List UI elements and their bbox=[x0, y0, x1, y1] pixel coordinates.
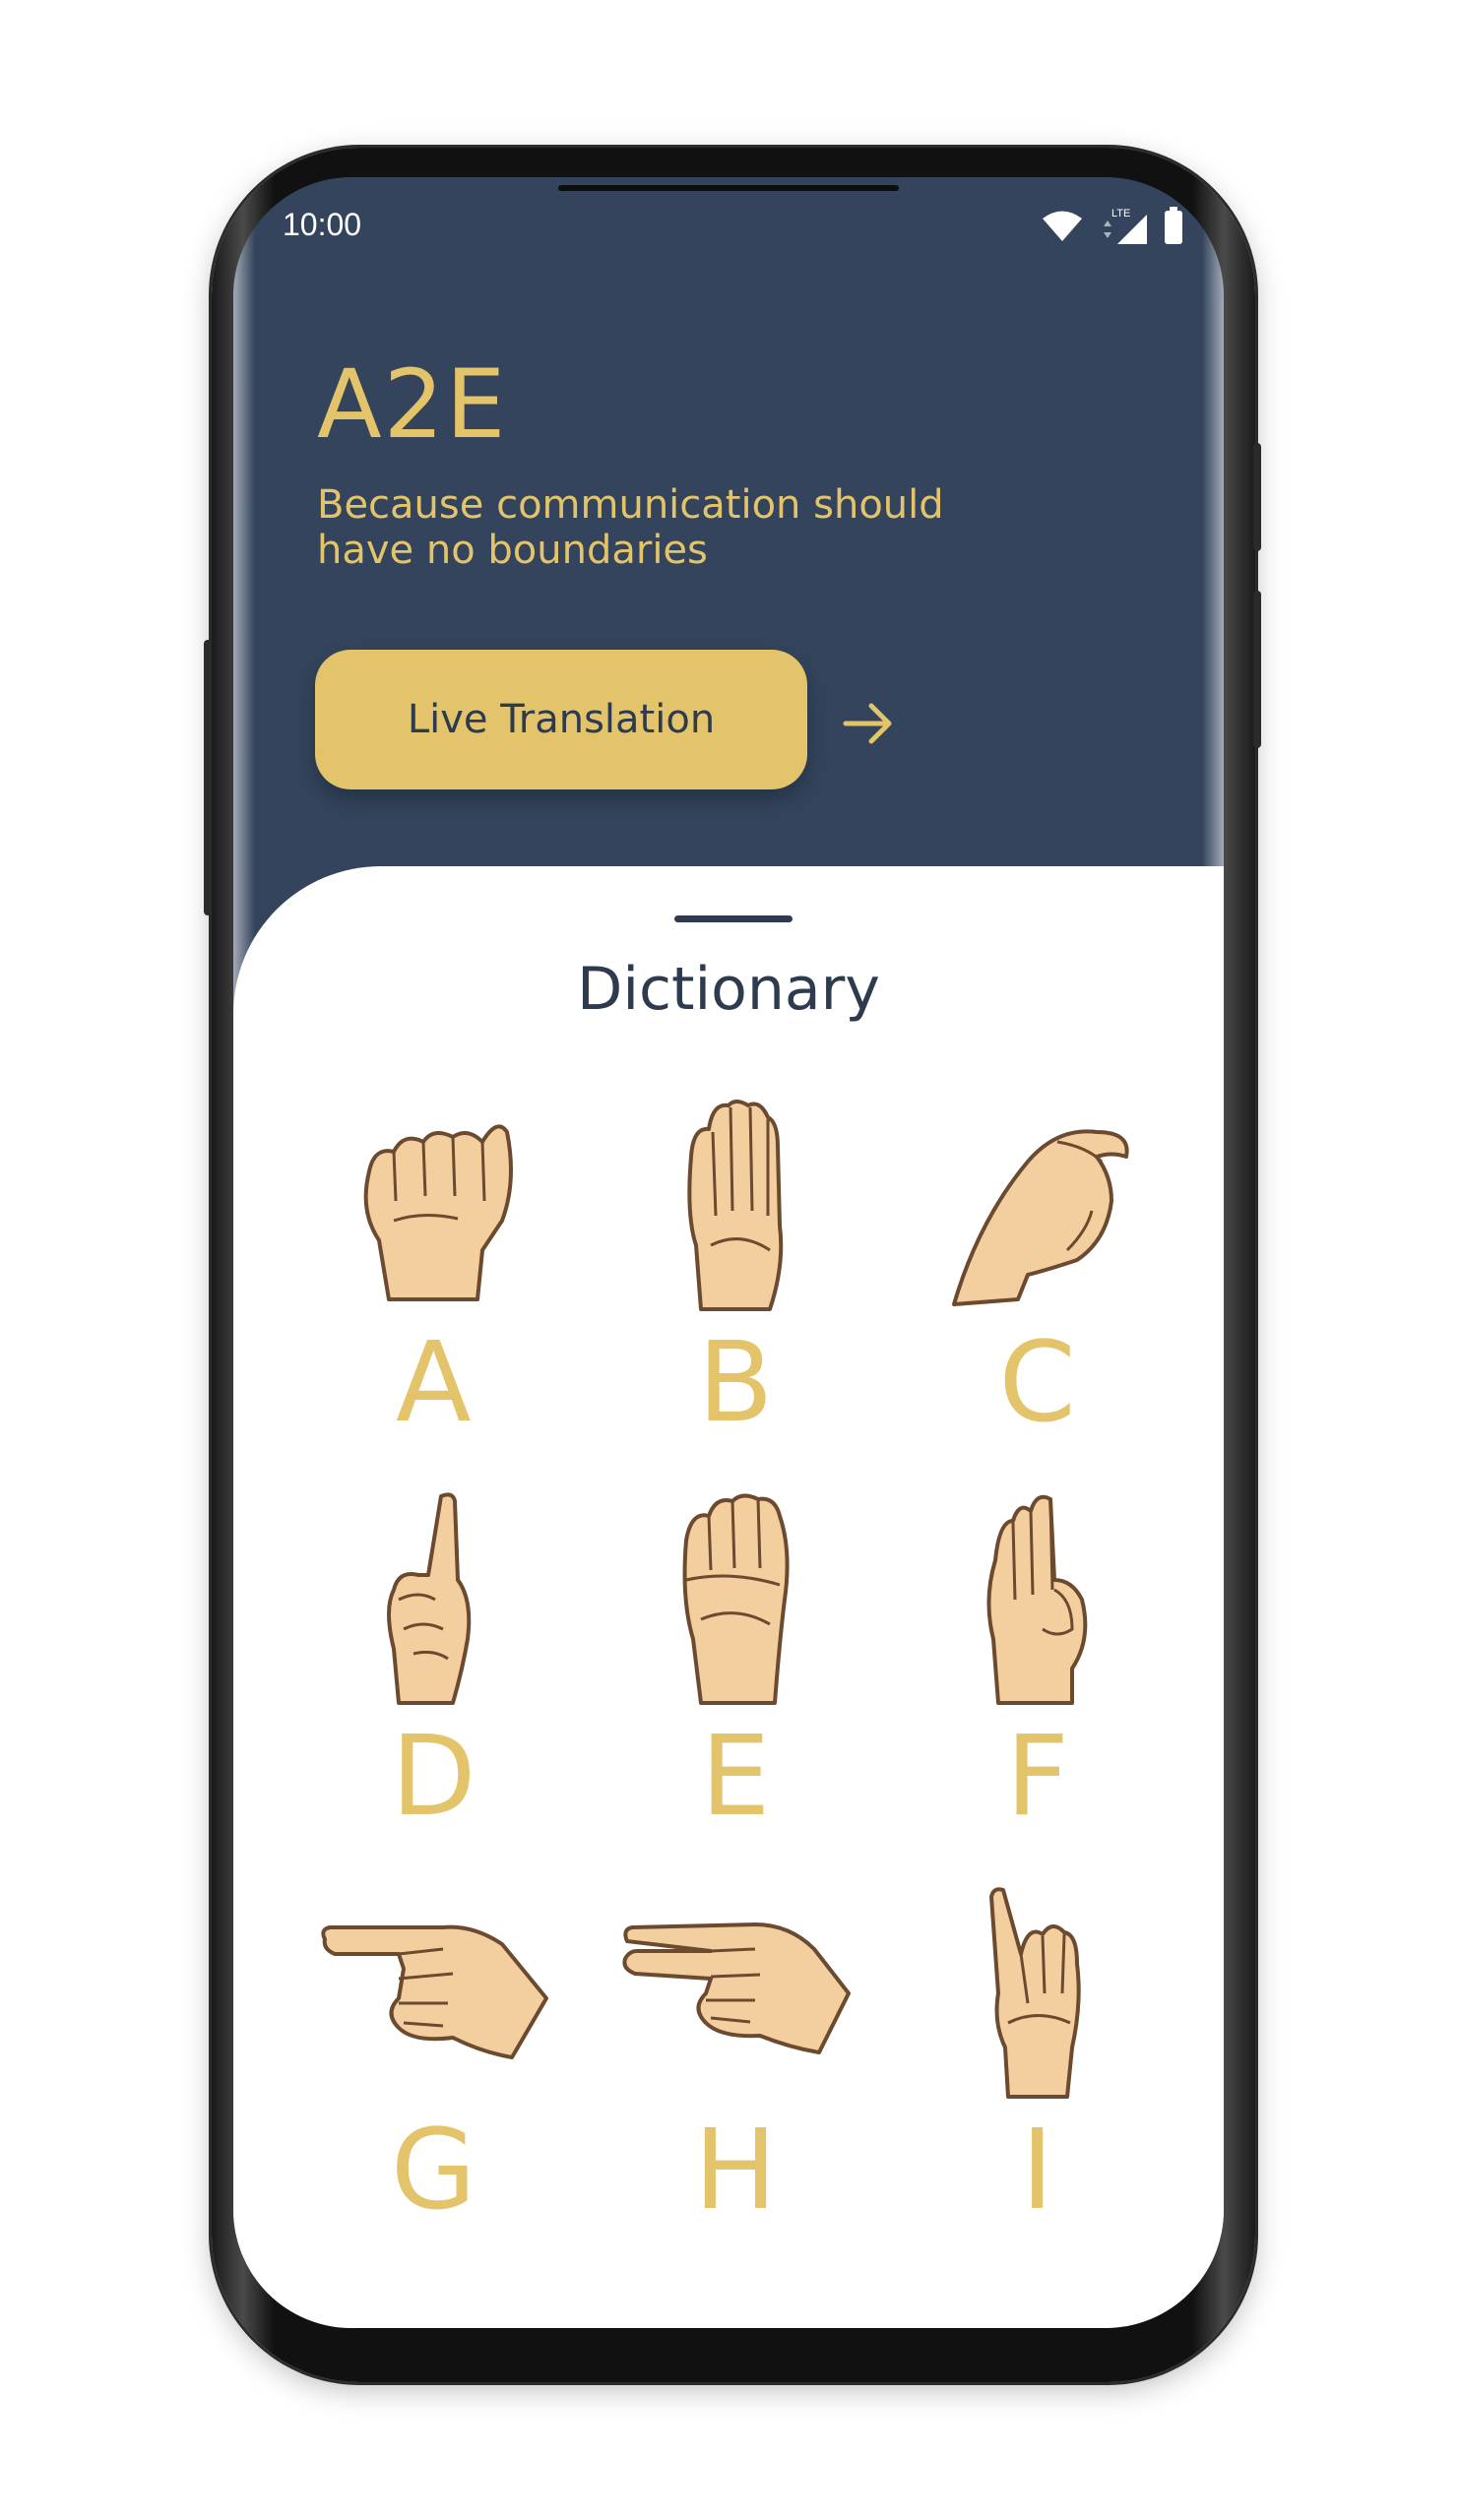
letter-label: D bbox=[391, 1713, 476, 1841]
hand-sign-b-icon bbox=[687, 1100, 784, 1311]
letter-label: F bbox=[1005, 1713, 1069, 1841]
dictionary-item-i[interactable]: I bbox=[886, 1880, 1188, 2235]
hand-sign-e-icon bbox=[682, 1493, 790, 1705]
dictionary-item-e[interactable]: E bbox=[585, 1486, 887, 1841]
drag-handle[interactable] bbox=[674, 915, 793, 922]
network-label: LTE bbox=[1111, 208, 1130, 220]
header: 10:00 LTE A2E Because communication shou… bbox=[233, 177, 1224, 886]
letter-label: G bbox=[390, 2107, 476, 2235]
hand-sign-g-icon bbox=[321, 1924, 549, 2059]
dictionary-title: Dictionary bbox=[577, 955, 880, 1024]
arrow-right-button[interactable] bbox=[834, 689, 903, 758]
status-time: 10:00 bbox=[283, 207, 362, 242]
dictionary-item-d[interactable]: D bbox=[283, 1486, 585, 1841]
battery-icon bbox=[1165, 207, 1182, 244]
dictionary-sheet[interactable]: Dictionary A B C D E F G H I bbox=[233, 866, 1224, 2328]
letter-label: C bbox=[998, 1319, 1076, 1447]
tagline: Because communication should have no bou… bbox=[317, 482, 944, 573]
letter-label: B bbox=[697, 1319, 774, 1447]
cell-signal-icon: LTE bbox=[1104, 208, 1147, 244]
letter-label: I bbox=[1021, 2107, 1054, 2235]
live-translation-label: Live Translation bbox=[407, 697, 716, 742]
volume-button bbox=[204, 640, 212, 915]
dictionary-item-g[interactable]: G bbox=[283, 1880, 585, 2235]
dictionary-item-h[interactable]: H bbox=[585, 1880, 887, 2235]
hand-sign-c-icon bbox=[951, 1129, 1129, 1306]
hand-sign-h-icon bbox=[622, 1922, 851, 2054]
status-icons: LTE bbox=[1041, 207, 1184, 246]
hand-sign-d-icon bbox=[387, 1492, 472, 1705]
letter-label: H bbox=[693, 2107, 778, 2235]
sign-grid: A B C D E F G H I bbox=[283, 1093, 1188, 2235]
letter-label: E bbox=[700, 1713, 771, 1841]
arrow-right-icon bbox=[843, 703, 892, 744]
dictionary-item-c[interactable]: C bbox=[886, 1093, 1188, 1447]
dictionary-item-f[interactable]: F bbox=[886, 1486, 1188, 1841]
hand-sign-i-icon bbox=[988, 1887, 1081, 2099]
dictionary-item-b[interactable]: B bbox=[585, 1093, 887, 1447]
alert-slider bbox=[1253, 591, 1261, 748]
hand-sign-a-icon bbox=[363, 1124, 514, 1301]
live-translation-button[interactable]: Live Translation bbox=[315, 650, 807, 789]
app-screen: 10:00 LTE A2E Because communication shou… bbox=[233, 177, 1224, 2328]
dictionary-item-a[interactable]: A bbox=[283, 1093, 585, 1447]
earpiece bbox=[558, 185, 899, 191]
app-title: A2E bbox=[317, 349, 508, 460]
power-button bbox=[1253, 443, 1261, 551]
wifi-icon bbox=[1043, 211, 1082, 241]
letter-label: A bbox=[396, 1319, 472, 1447]
hand-sign-f-icon bbox=[986, 1494, 1087, 1705]
